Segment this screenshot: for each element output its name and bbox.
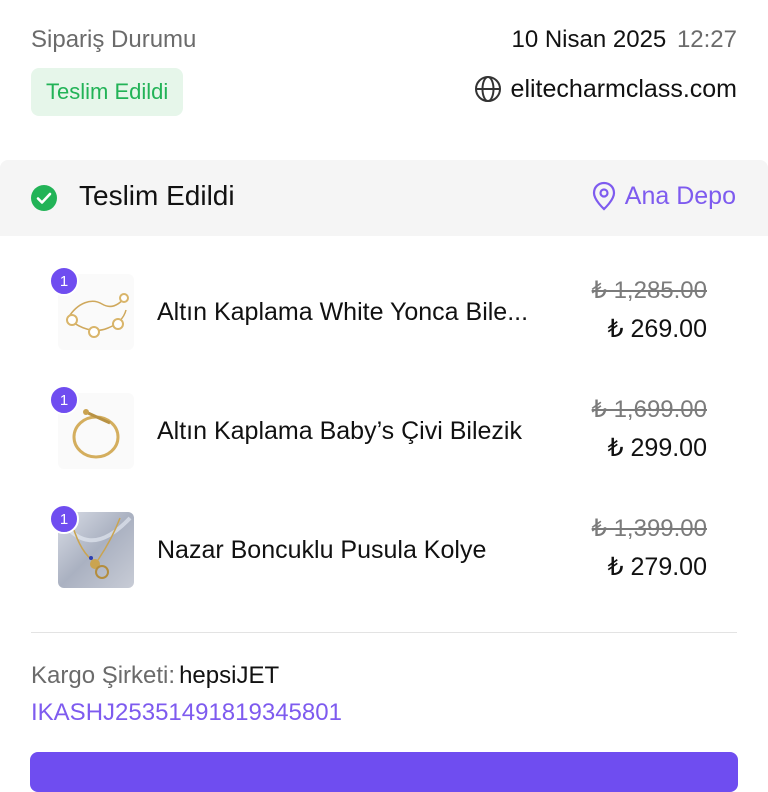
tracking-number-link[interactable]: IKASHJ25351491819345801 (31, 699, 342, 727)
shipment-status-panel: Teslim Edildi Ana Depo (0, 160, 768, 236)
original-price: ₺ 1,285.00 (591, 277, 707, 304)
product-name: Altın Kaplama White Yonca Bile... (157, 298, 529, 326)
quantity-badge: 1 (49, 266, 79, 296)
page-title: Sipariş Durumu (31, 26, 197, 53)
order-item[interactable]: 1 Altın Kaplama White Yonca Bile... ₺ 1,… (0, 254, 768, 354)
product-name: Altın Kaplama Baby’s Çivi Bilezik (157, 417, 522, 445)
order-datetime: 10 Nisan 2025 12:27 (511, 26, 737, 54)
quantity-badge: 1 (49, 385, 79, 415)
location-pin-icon (592, 181, 615, 211)
shipment-status-title: Teslim Edildi (79, 180, 235, 211)
order-item[interactable]: 1 Nazar Boncuklu Pusula Kolye ₺ 1,399.00… (0, 492, 768, 592)
original-price: ₺ 1,699.00 (591, 396, 707, 423)
cargo-info: Kargo Şirketi: hepsiJET (31, 662, 279, 690)
status-badge: Teslim Edildi (31, 68, 184, 116)
product-name: Nazar Boncuklu Pusula Kolye (157, 536, 487, 564)
primary-action-button[interactable] (30, 752, 738, 792)
globe-icon (474, 76, 501, 102)
order-time: 12:27 (676, 26, 737, 53)
original-price: ₺ 1,399.00 (591, 515, 707, 542)
cargo-company: hepsiJET (179, 662, 280, 689)
order-date: 10 Nisan 2025 (511, 26, 667, 53)
order-header: Sipariş Durumu 10 Nisan 2025 12:27 Tesli… (0, 0, 768, 130)
check-circle-icon (31, 185, 57, 211)
website-link[interactable]: elitecharmclass.com (473, 74, 737, 104)
location-label: Ana Depo (624, 181, 736, 210)
quantity-badge: 1 (49, 504, 79, 534)
sale-price: ₺ 279.00 (607, 553, 707, 581)
warehouse-location[interactable]: Ana Depo (591, 181, 736, 211)
section-divider (31, 632, 737, 633)
order-item[interactable]: 1 Altın Kaplama Baby’s Çivi Bilezik ₺ 1,… (0, 373, 768, 473)
website-text: elitecharmclass.com (510, 74, 737, 103)
sale-price: ₺ 269.00 (607, 315, 707, 343)
cargo-label: Kargo Şirketi: (31, 662, 176, 689)
sale-price: ₺ 299.00 (607, 434, 707, 462)
